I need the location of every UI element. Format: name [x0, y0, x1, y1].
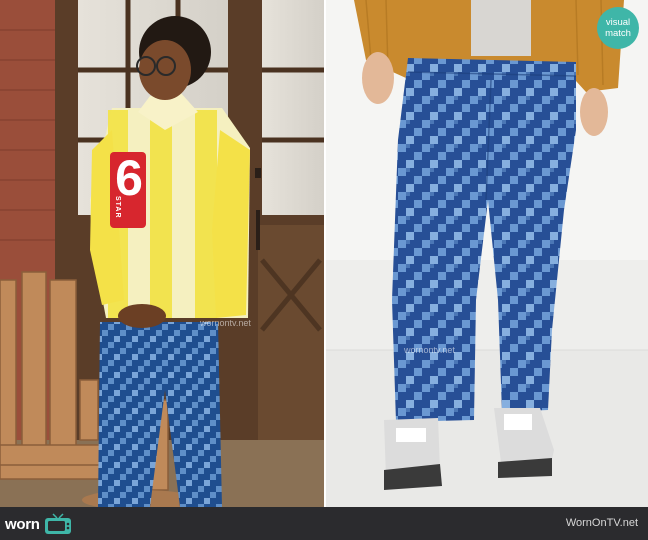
badge-line-2: match [605, 28, 631, 39]
product-illustration [326, 0, 648, 507]
scene-photo: 6 STAR wornontv.net [0, 0, 324, 507]
footer-site-name[interactable]: WornOnTV.net [566, 517, 638, 529]
site-logo[interactable]: worn [5, 512, 73, 536]
logo-text: worn [5, 515, 40, 533]
product-photo: wornontv.net [326, 0, 648, 507]
badge-line-1: visual [605, 17, 631, 28]
scene-illustration [0, 0, 324, 507]
tv-icon [44, 513, 71, 534]
footer-bar: worn WornOnTV.net [0, 507, 648, 540]
visual-match-badge: visual match [597, 7, 639, 49]
shirt-patch-text: STAR [114, 196, 121, 219]
